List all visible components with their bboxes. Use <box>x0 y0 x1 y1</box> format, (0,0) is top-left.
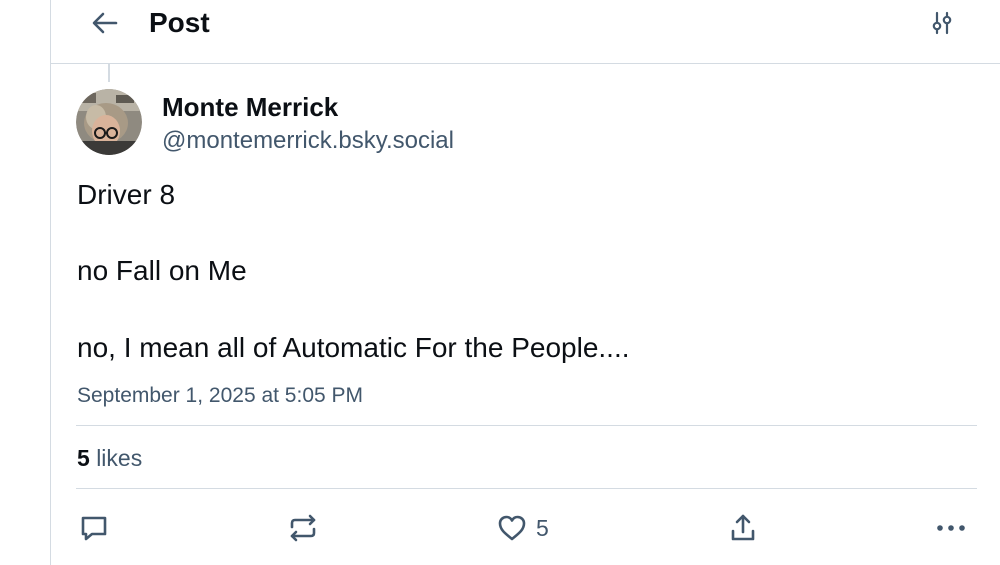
share-icon <box>731 514 755 541</box>
divider <box>76 488 977 489</box>
post-text-line: no, I mean all of Automatic For the Peop… <box>77 332 630 363</box>
arrow-left-icon <box>92 12 118 34</box>
likes-count: 5 <box>77 445 90 471</box>
repost-icon <box>290 514 316 542</box>
thread-settings-button[interactable] <box>924 6 960 40</box>
author-handle[interactable]: @montemerrick.bsky.social <box>162 126 454 156</box>
repost-button[interactable] <box>286 510 320 546</box>
post-text-line: Driver 8 <box>77 179 176 210</box>
author-display-name[interactable]: Monte Merrick <box>162 91 338 123</box>
thread-connector-line <box>108 64 110 82</box>
reply-button[interactable] <box>77 510 111 546</box>
more-icon <box>937 525 965 531</box>
like-count: 5 <box>536 514 549 541</box>
column-border <box>50 0 51 565</box>
post-text-line: no Fall on Me <box>77 255 247 286</box>
likes-summary[interactable]: 5 likes <box>77 443 142 473</box>
heart-icon <box>498 515 526 541</box>
post-page: Post Monte Merrick @montemerrick.bsky.so… <box>0 0 1000 565</box>
author-avatar-image <box>76 89 142 155</box>
likes-label: likes <box>96 445 143 471</box>
avatar[interactable] <box>76 89 142 155</box>
like-button[interactable]: 5 <box>496 510 549 546</box>
share-button[interactable] <box>726 510 760 546</box>
comment-icon <box>81 516 107 541</box>
more-options-button[interactable] <box>934 510 968 546</box>
sliders-icon <box>932 11 952 35</box>
post-timestamp: September 1, 2025 at 5:05 PM <box>77 384 364 407</box>
back-button[interactable] <box>88 6 122 40</box>
divider <box>76 425 977 426</box>
page-title: Post <box>149 7 210 38</box>
